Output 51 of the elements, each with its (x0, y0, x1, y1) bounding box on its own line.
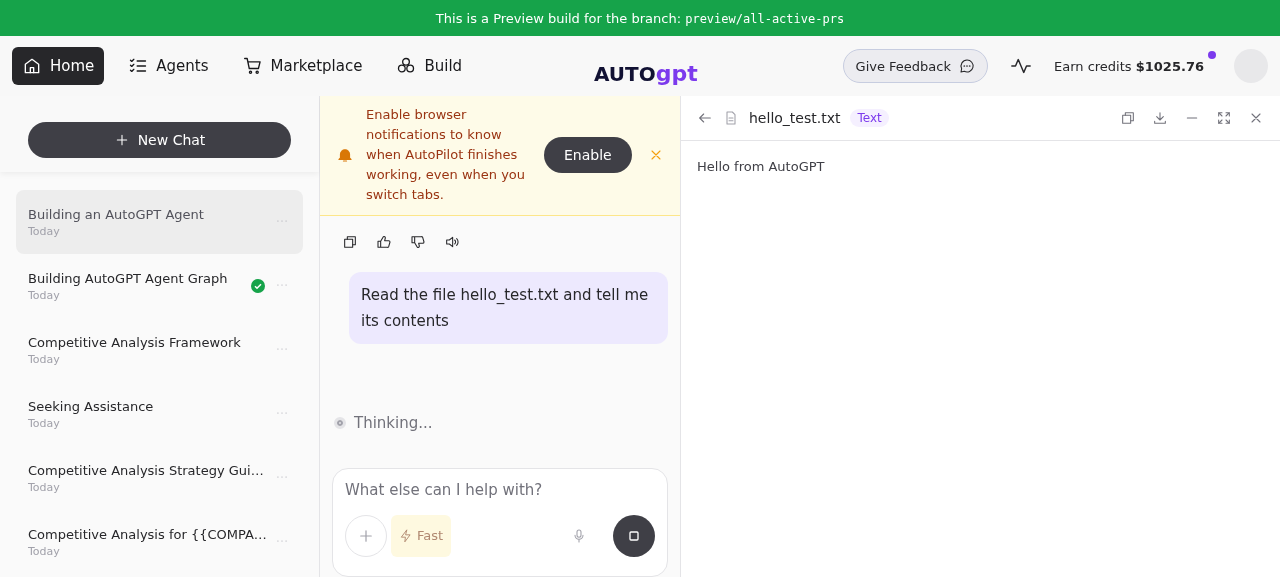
chat-item[interactable]: Competitive Analysis Strategy Gui… Today (16, 446, 303, 510)
new-chat-button[interactable]: New Chat (28, 122, 291, 158)
chat-date: Today (28, 352, 61, 366)
copy-icon[interactable] (342, 233, 358, 250)
back-button[interactable] (697, 110, 713, 126)
message-input[interactable]: What else can I help with? (345, 480, 655, 499)
chat-title: Competitive Analysis for {{COMPA… (28, 526, 265, 542)
credits-text[interactable]: Earn credits $1025.76 (1054, 58, 1204, 74)
banner-text: This is a Preview build for the branch: preview/all-active-prs (435, 10, 845, 26)
feedback-button[interactable]: Give Feedback (842, 49, 988, 83)
chat-bubble-icon (959, 58, 975, 74)
chat-item[interactable]: Competitive Analysis for {{COMPA… Today (16, 510, 303, 574)
chat-title: Competitive Analysis Strategy Gui… (28, 462, 265, 478)
chat-date: Today (28, 480, 61, 494)
user-message: Read the file hello_test.txt and tell me its contents (349, 271, 668, 344)
microphone-icon[interactable] (571, 527, 587, 544)
home-icon (22, 56, 42, 76)
status-text: Thinking... (354, 413, 433, 432)
arrow-left-icon (697, 110, 713, 126)
logo[interactable]: AUTOgpt (594, 44, 698, 86)
loading-dot (334, 416, 346, 429)
bell-icon (336, 146, 354, 165)
notice-text: Enable browser notifications to know when AutoPilot finishes working, even when you switch tabs. (366, 106, 526, 205)
expand-icon[interactable] (1216, 110, 1232, 126)
chat-date: Today (28, 224, 61, 238)
cart-icon (242, 56, 263, 76)
thumbs-down-icon[interactable] (410, 233, 426, 250)
chat-date: Today (28, 544, 61, 558)
chat-title: Building an AutoGPT Agent (28, 206, 205, 222)
file-type-badge: Text (850, 109, 889, 127)
nav-tab[interactable]: Agents (118, 47, 219, 85)
enable-button[interactable]: Enable (544, 137, 632, 174)
download-icon[interactable] (1152, 110, 1168, 126)
lightning-icon (399, 528, 413, 543)
chat-date: Today (28, 288, 61, 302)
chat-item[interactable]: Building an AutoGPT Agent Today (16, 190, 303, 254)
stop-button[interactable] (613, 514, 655, 557)
chat-title: Building AutoGPT Agent Graph (28, 270, 229, 286)
chat-title: Competitive Analysis Framework (28, 334, 242, 350)
file-name: hello_test.txt (749, 110, 841, 126)
file-content: Hello from AutoGPT (696, 158, 826, 176)
nav-tab[interactable]: Home (12, 47, 105, 85)
chat-item[interactable]: Building AutoGPT Agent Graph Today (16, 254, 303, 318)
chat-date: Today (28, 416, 61, 430)
chat-item[interactable]: Seeking Assistance Today (16, 382, 303, 446)
chat-title: Seeking Assistance (28, 398, 155, 414)
nav-tab[interactable]: Build (386, 47, 473, 85)
file-icon (723, 110, 739, 126)
thumbs-up-icon[interactable] (376, 233, 392, 250)
chat-item[interactable]: Competitive Analysis Framework Today (16, 318, 303, 382)
nav-tab[interactable]: Marketplace (232, 47, 373, 85)
